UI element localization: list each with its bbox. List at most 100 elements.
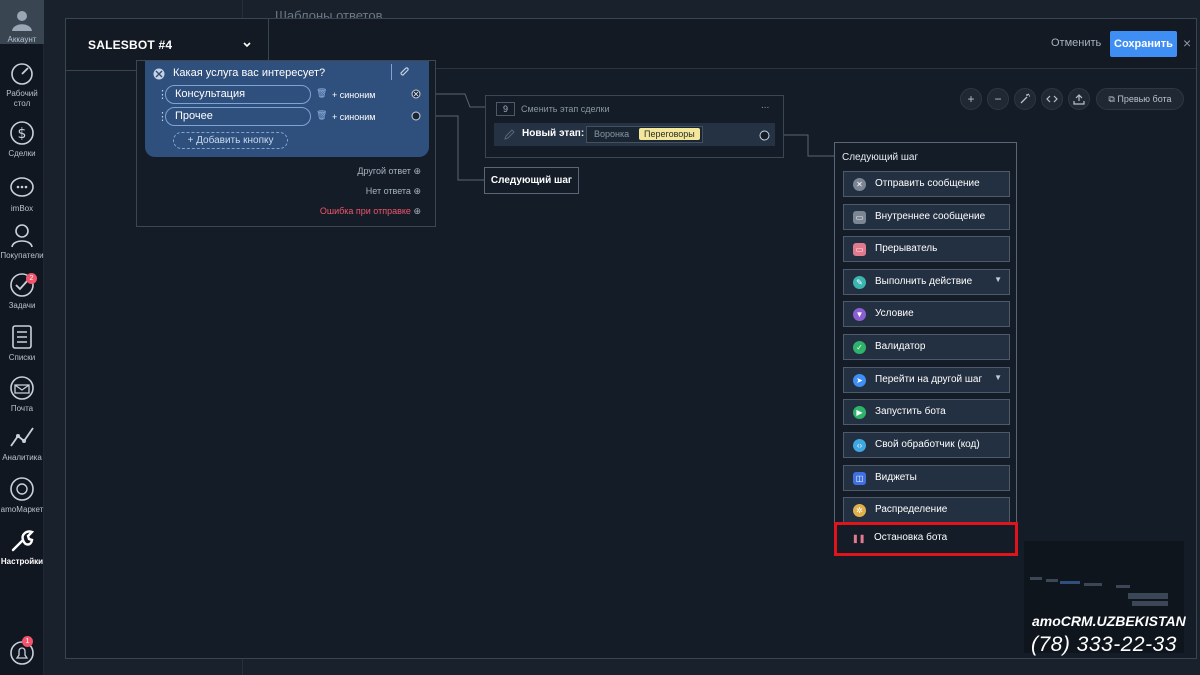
step-goto-step[interactable]: ➤ Перейти на другой шаг ▼ (843, 367, 1010, 393)
step-perform-action[interactable]: ✎ Выполнить действие ▼ (843, 269, 1010, 295)
rail-label: Рабочий стол (6, 89, 38, 108)
close-icon[interactable]: × (1183, 35, 1191, 51)
step-interrupter[interactable]: ▭ Прерыватель (843, 236, 1010, 262)
rail-item-customers[interactable]: Покупатели (0, 222, 44, 261)
analytics-icon (10, 427, 34, 447)
step-internal-message[interactable]: ▭ Внутреннее сообщение (843, 204, 1010, 230)
next-step-menu: Следующий шаг ✕ Отправить сообщение ▭ Вн… (834, 142, 1017, 555)
code-view-button[interactable] (1041, 88, 1063, 110)
preview-bot-button[interactable]: ⧉ Превью бота (1096, 88, 1184, 110)
mail-icon (10, 376, 34, 400)
step-number: 9 (496, 102, 515, 116)
change-stage-block[interactable]: 9 Сменить этап сделки ... Новый этап: Во… (485, 95, 784, 158)
output-connector-linked[interactable] (411, 89, 421, 99)
rail-label: imBox (10, 204, 34, 213)
market-icon (10, 477, 34, 501)
stage-select[interactable]: Воронка Переговоры (586, 126, 703, 143)
step-widgets[interactable]: ◫ Виджеты (843, 465, 1010, 491)
alt-output-other-answer[interactable]: Другой ответ ⊕ (357, 166, 421, 177)
alt-output-no-answer[interactable]: Нет ответа ⊕ (366, 186, 421, 197)
rail-item-notifications[interactable]: 1 (0, 636, 44, 669)
alt-output-label: Ошибка при отправке (319, 206, 411, 216)
rail-item-deals[interactable]: $ Сделки (0, 120, 44, 159)
add-button-link[interactable]: + Добавить кнопку (173, 132, 288, 149)
rail-label: Сделки (8, 149, 36, 158)
pencil-icon[interactable] (504, 129, 515, 140)
step-validator[interactable]: ✓ Валидатор (843, 334, 1010, 360)
add-synonym-link[interactable]: + синоним (332, 112, 375, 122)
trash-icon[interactable]: 🗑 (316, 110, 327, 121)
step-label: Запустить бота (875, 406, 946, 417)
stage-block-title: Сменить этап сделки (521, 104, 610, 114)
account-avatar-icon (12, 11, 32, 31)
answer-button-other[interactable]: Прочее (165, 107, 311, 126)
step-distribution[interactable]: ✲ Распределение (843, 497, 1010, 523)
save-button[interactable]: Сохранить (1110, 31, 1177, 57)
highlight-frame (834, 522, 1018, 556)
answer-button-consultation[interactable]: Консультация (165, 85, 311, 104)
rail-label: Настройки (0, 557, 44, 566)
bot-icon (153, 68, 165, 80)
minimap-node (1060, 581, 1080, 584)
question-block[interactable]: Какая услуга вас интересует? ⋮ Консульта… (136, 60, 436, 227)
internal-message-icon: ▭ (853, 211, 866, 224)
rail-item-dashboard[interactable]: Рабочий стол (0, 60, 44, 109)
alt-output-send-error[interactable]: Ошибка при отправке ⊕ (320, 206, 421, 217)
trash-icon[interactable]: 🗑 (316, 88, 327, 99)
minimap-node (1084, 583, 1102, 586)
minimap-node (1116, 585, 1130, 588)
more-options-icon[interactable]: ... (761, 100, 769, 111)
rail-item-settings[interactable]: Настройки (0, 528, 44, 567)
rail-item-account[interactable]: Аккаунт (0, 0, 44, 44)
rail-item-market[interactable]: amoМаркет (0, 476, 44, 515)
caret-down-icon: ▼ (994, 373, 1002, 382)
new-stage-row: Новый этап: Воронка Переговоры (494, 123, 775, 146)
step-label: Перейти на другой шаг (875, 374, 983, 385)
plus-circle-icon: ⊕ (413, 206, 421, 216)
rail-item-tasks[interactable]: Задачи 2 (0, 272, 44, 311)
output-connector[interactable] (759, 130, 770, 141)
code-handler-icon: ‹› (853, 439, 866, 452)
next-step-placeholder[interactable]: Следующий шаг (484, 167, 579, 194)
action-icon: ✎ (853, 276, 866, 289)
upload-icon (1073, 94, 1085, 105)
minimap-node (1128, 593, 1168, 599)
dashboard-icon (11, 63, 33, 85)
rail-label: Списки (8, 353, 36, 362)
rail-item-lists[interactable]: Списки (0, 324, 44, 363)
minimap-node (1046, 579, 1058, 582)
add-synonym-link[interactable]: + синоним (332, 90, 375, 100)
step-label: Распределение (875, 504, 948, 515)
alt-output-label: Нет ответа (365, 186, 411, 196)
step-label: Прерыватель (875, 243, 938, 254)
next-step-menu-title: Следующий шаг (842, 152, 919, 163)
status-badge: Переговоры (639, 128, 700, 140)
pipeline-name: Воронка (594, 129, 630, 139)
left-nav-rail: Аккаунт Рабочий стол $ Сделки imBox Поку… (0, 0, 44, 675)
deals-icon: $ (10, 121, 34, 145)
zoom-out-button[interactable]: − (987, 88, 1009, 110)
step-condition[interactable]: ▼ Условие (843, 301, 1010, 327)
output-connector[interactable] (411, 111, 421, 121)
step-send-message[interactable]: ✕ Отправить сообщение (843, 171, 1010, 197)
step-run-bot[interactable]: ▶ Запустить бота (843, 399, 1010, 425)
rail-label: Покупатели (0, 251, 44, 260)
lists-icon (12, 325, 32, 349)
auto-layout-button[interactable] (1014, 88, 1036, 110)
attachment-icon (400, 67, 409, 76)
zoom-in-button[interactable]: + (960, 88, 982, 110)
svg-text:$: $ (18, 126, 27, 142)
settings-icon (11, 530, 35, 552)
export-button[interactable] (1068, 88, 1090, 110)
cancel-button[interactable]: Отменить (1051, 37, 1101, 49)
chat-icon (10, 177, 34, 197)
step-label: Внутреннее сообщение (875, 211, 986, 222)
alt-output-label: Другой ответ (357, 166, 411, 176)
minimap-node (1030, 577, 1042, 580)
rail-item-analytics[interactable]: Аналитика (0, 424, 44, 463)
rail-item-mail[interactable]: Почта (0, 375, 44, 414)
plus-circle-icon: ⊕ (413, 186, 421, 196)
plus-circle-icon: ⊕ (413, 166, 421, 176)
step-code-handler[interactable]: ‹› Свой обработчик (код) (843, 432, 1010, 458)
rail-item-imbox[interactable]: imBox (0, 175, 44, 214)
